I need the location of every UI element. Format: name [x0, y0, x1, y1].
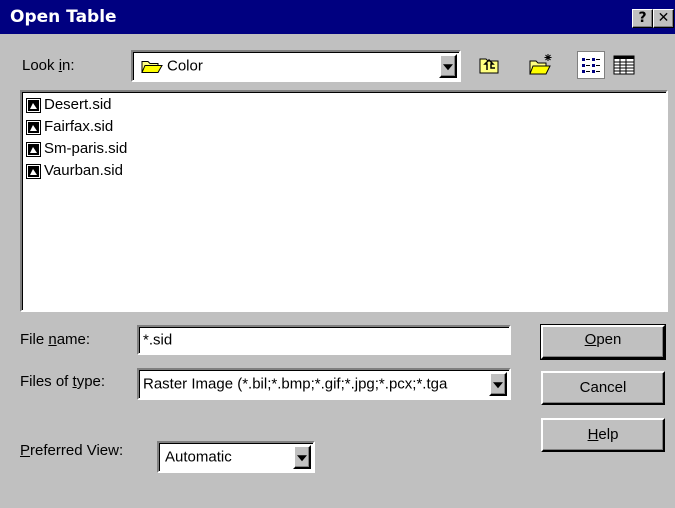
file-name-value: *.sid — [143, 331, 173, 349]
list-item[interactable]: Vaurban.sid — [26, 161, 123, 181]
files-of-type-label: Files of type: — [20, 373, 106, 390]
title-bar: Open Table ? ✕ — [0, 0, 675, 34]
files-of-type-dropdown[interactable]: Raster Image (*.bil;*.bmp;*.gif;*.jpg;*.… — [137, 368, 511, 400]
list-item[interactable]: Fairfax.sid — [26, 117, 113, 137]
window-title: Open Table — [10, 7, 117, 27]
list-view-button[interactable] — [577, 51, 605, 79]
file-name: Fairfax.sid — [44, 118, 114, 135]
files-of-type-value: Raster Image (*.bil;*.bmp;*.gif;*.jpg;*.… — [143, 375, 448, 393]
chevron-down-icon — [443, 64, 453, 71]
preferred-view-dropdown[interactable]: Automatic — [157, 441, 315, 473]
close-title-button[interactable]: ✕ — [653, 9, 674, 28]
details-view-icon — [613, 55, 635, 75]
preferred-view-value: Automatic — [165, 448, 232, 466]
image-file-icon — [26, 97, 41, 113]
preferred-view-label: Preferred View: — [20, 442, 124, 459]
file-name-label: File name: — [20, 331, 91, 348]
file-name-field[interactable]: *.sid — [137, 325, 511, 355]
list-item[interactable]: Sm-paris.sid — [26, 139, 127, 159]
file-list[interactable]: Desert.sid Fairfax.sid Sm-paris.sid Vaur… — [20, 90, 668, 312]
look-in-dropdown[interactable]: Color — [131, 50, 461, 82]
file-name: Sm-paris.sid — [44, 140, 128, 157]
files-of-type-dropdown-arrow[interactable] — [489, 372, 507, 396]
cancel-button[interactable]: Cancel — [541, 371, 665, 405]
look-in-dropdown-arrow[interactable] — [439, 54, 457, 78]
list-item[interactable]: Desert.sid — [26, 95, 112, 115]
file-name: Desert.sid — [44, 96, 112, 113]
create-new-folder-button[interactable] — [527, 51, 555, 79]
create-new-folder-icon — [529, 54, 552, 75]
chevron-down-icon — [493, 382, 503, 389]
look-in-value: Color — [167, 57, 203, 75]
preferred-view-dropdown-arrow[interactable] — [293, 445, 311, 469]
help-button[interactable]: Help — [541, 418, 665, 452]
image-file-icon — [26, 141, 41, 157]
look-in-label: Look in: — [22, 57, 75, 74]
up-one-level-button[interactable] — [475, 51, 503, 79]
up-one-level-icon — [479, 58, 499, 74]
details-view-button[interactable] — [610, 51, 638, 79]
image-file-icon — [26, 163, 41, 179]
folder-icon — [141, 61, 163, 74]
help-title-button[interactable]: ? — [632, 9, 653, 28]
chevron-down-icon — [297, 455, 307, 462]
image-file-icon — [26, 119, 41, 135]
open-button[interactable]: Open — [540, 324, 666, 360]
list-view-icon — [582, 58, 600, 73]
file-name: Vaurban.sid — [44, 162, 123, 179]
